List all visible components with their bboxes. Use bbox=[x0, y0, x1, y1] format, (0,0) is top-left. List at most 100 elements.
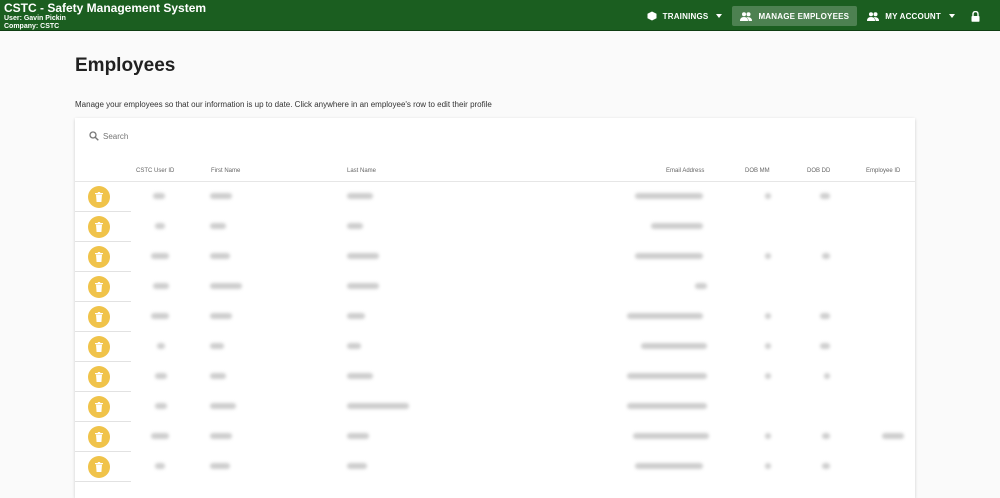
chevron-down-icon bbox=[716, 14, 723, 18]
redacted-cell bbox=[210, 373, 226, 379]
table-row[interactable] bbox=[75, 422, 915, 452]
employees-table-card: CSTC User ID First Name Last Name Email … bbox=[75, 118, 915, 498]
redacted-cell bbox=[347, 343, 361, 349]
search-bar bbox=[89, 128, 303, 144]
redacted-cell bbox=[820, 343, 830, 349]
delete-employee-button[interactable] bbox=[88, 366, 110, 388]
redacted-cell bbox=[157, 343, 165, 349]
nav-my-account[interactable]: MY ACCOUNT bbox=[859, 6, 963, 26]
col-first-name[interactable]: First Name bbox=[211, 168, 240, 174]
lock-icon bbox=[971, 10, 980, 22]
search-input[interactable] bbox=[103, 131, 303, 141]
trash-icon bbox=[95, 312, 103, 322]
redacted-cell bbox=[765, 313, 771, 319]
redacted-cell bbox=[210, 223, 226, 229]
redacted-cell bbox=[822, 433, 830, 439]
nav-manage-employees[interactable]: MANAGE EMPLOYEES bbox=[732, 6, 858, 26]
trash-icon bbox=[95, 252, 103, 262]
redacted-cell bbox=[695, 283, 707, 289]
nav-my-account-label: MY ACCOUNT bbox=[885, 11, 941, 21]
nav-trainings-label: TRAININGS bbox=[662, 11, 709, 21]
col-last-name[interactable]: Last Name bbox=[347, 168, 376, 174]
col-dob-mm[interactable]: DOB MM bbox=[745, 168, 770, 174]
delete-employee-button[interactable] bbox=[88, 336, 110, 358]
redacted-cell bbox=[153, 283, 169, 289]
nav-trainings[interactable]: TRAININGS bbox=[639, 6, 731, 26]
nav-manage-employees-label: MANAGE EMPLOYEES bbox=[758, 11, 850, 21]
redacted-cell bbox=[151, 253, 169, 259]
col-cstc-user-id[interactable]: CSTC User ID bbox=[136, 168, 174, 174]
app-title: CSTC - Safety Management System bbox=[4, 1, 207, 15]
delete-employee-button[interactable] bbox=[88, 246, 110, 268]
redacted-cell bbox=[765, 463, 771, 469]
trash-icon bbox=[95, 402, 103, 412]
delete-employee-button[interactable] bbox=[88, 396, 110, 418]
col-employee-id[interactable]: Employee ID bbox=[866, 168, 900, 174]
redacted-cell bbox=[210, 313, 232, 319]
redacted-cell bbox=[824, 373, 830, 379]
table-row[interactable] bbox=[75, 302, 915, 332]
table-body bbox=[75, 182, 915, 482]
redacted-cell bbox=[210, 403, 236, 409]
trash-icon bbox=[95, 342, 103, 352]
redacted-cell bbox=[153, 193, 165, 199]
table-row[interactable] bbox=[75, 332, 915, 362]
redacted-cell bbox=[635, 463, 703, 469]
redacted-cell bbox=[155, 463, 165, 469]
redacted-cell bbox=[820, 193, 830, 199]
redacted-cell bbox=[635, 193, 703, 199]
table-row[interactable] bbox=[75, 272, 915, 302]
people-icon bbox=[867, 11, 880, 21]
redacted-cell bbox=[210, 253, 230, 259]
redacted-cell bbox=[651, 223, 703, 229]
trash-icon bbox=[95, 462, 103, 472]
cube-icon bbox=[647, 11, 657, 21]
table-row[interactable] bbox=[75, 212, 915, 242]
redacted-cell bbox=[347, 463, 367, 469]
redacted-cell bbox=[820, 313, 830, 319]
table-row[interactable] bbox=[75, 362, 915, 392]
user-line: User: Gavin Pickin bbox=[4, 15, 66, 22]
redacted-cell bbox=[627, 403, 707, 409]
delete-employee-button[interactable] bbox=[88, 306, 110, 328]
table-header: CSTC User ID First Name Last Name Email … bbox=[75, 162, 915, 182]
redacted-cell bbox=[347, 403, 409, 409]
redacted-cell bbox=[155, 403, 167, 409]
redacted-cell bbox=[347, 373, 373, 379]
delete-employee-button[interactable] bbox=[88, 186, 110, 208]
redacted-cell bbox=[347, 313, 365, 319]
redacted-cell bbox=[210, 433, 232, 439]
table-row[interactable] bbox=[75, 242, 915, 272]
redacted-cell bbox=[347, 253, 379, 259]
col-dob-dd[interactable]: DOB DD bbox=[807, 168, 830, 174]
redacted-cell bbox=[635, 253, 703, 259]
redacted-cell bbox=[347, 433, 369, 439]
col-email-address[interactable]: Email Address bbox=[666, 168, 704, 174]
redacted-cell bbox=[765, 373, 771, 379]
redacted-cell bbox=[155, 373, 167, 379]
delete-employee-button[interactable] bbox=[88, 276, 110, 298]
delete-employee-button[interactable] bbox=[88, 456, 110, 478]
table-row[interactable] bbox=[75, 182, 915, 212]
trash-icon bbox=[95, 432, 103, 442]
redacted-cell bbox=[347, 283, 379, 289]
redacted-cell bbox=[151, 313, 169, 319]
redacted-cell bbox=[641, 343, 707, 349]
search-icon bbox=[89, 131, 99, 141]
delete-employee-button[interactable] bbox=[88, 426, 110, 448]
table-row[interactable] bbox=[75, 392, 915, 422]
page-title: Employees bbox=[75, 55, 176, 76]
logout-button[interactable] bbox=[965, 6, 992, 26]
trash-icon bbox=[95, 192, 103, 202]
table-row[interactable] bbox=[75, 452, 915, 482]
redacted-cell bbox=[627, 373, 707, 379]
redacted-cell bbox=[210, 283, 242, 289]
trash-icon bbox=[95, 282, 103, 292]
main-nav: TRAININGS MANAGE EMPLOYEES MY ACCOUNT bbox=[637, 6, 992, 26]
redacted-cell bbox=[627, 313, 703, 319]
app-header: CSTC - Safety Management System User: Ga… bbox=[0, 0, 1000, 31]
delete-employee-button[interactable] bbox=[88, 216, 110, 238]
redacted-cell bbox=[151, 433, 169, 439]
redacted-cell bbox=[210, 193, 232, 199]
redacted-cell bbox=[882, 433, 904, 439]
